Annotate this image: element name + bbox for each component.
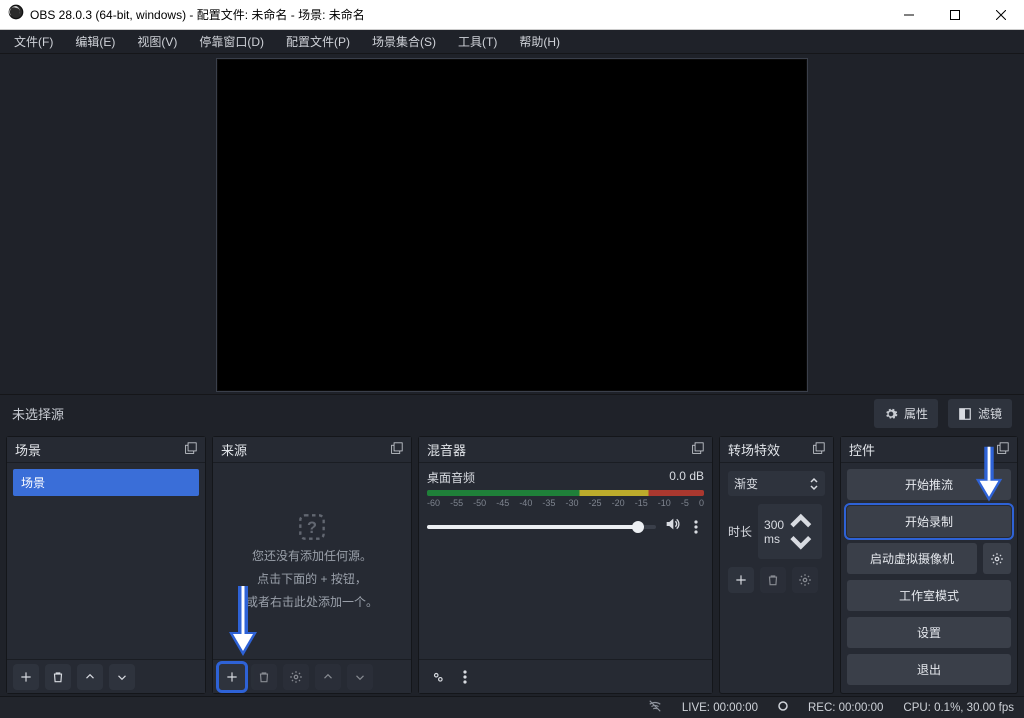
source-add-button[interactable]	[219, 664, 245, 690]
popout-icon[interactable]	[996, 442, 1009, 458]
status-live: LIVE: 00:00:00	[682, 702, 758, 714]
source-remove-button[interactable]	[251, 664, 277, 690]
virtual-camera-settings-button[interactable]	[983, 543, 1011, 574]
status-cpu: CPU: 0.1%, 30.00 fps	[903, 702, 1014, 714]
question-icon: ?	[298, 513, 326, 541]
gear-icon	[431, 670, 445, 684]
gear-icon	[884, 407, 898, 421]
transition-properties-button[interactable]	[792, 567, 818, 593]
status-rec: REC: 00:00:00	[808, 702, 883, 714]
menu-scenes[interactable]: 场景集合(S)	[362, 30, 446, 53]
trash-icon	[766, 573, 780, 587]
source-down-button[interactable]	[347, 664, 373, 690]
scene-up-button[interactable]	[77, 664, 103, 690]
menu-edit[interactable]: 编辑(E)	[65, 30, 125, 53]
transition-duration-input[interactable]: 300 ms	[758, 504, 822, 559]
exit-button[interactable]: 退出	[847, 654, 1011, 685]
dock-controls-title: 控件	[849, 440, 875, 459]
filters-button[interactable]: 滤镜	[948, 399, 1012, 428]
updown-icon	[809, 476, 819, 492]
context-toolbar: 未选择源 属性 滤镜	[0, 394, 1024, 432]
mixer-settings-button[interactable]	[425, 664, 451, 690]
trash-icon	[51, 670, 65, 684]
dock-transitions: 转场特效 渐变 时长 300 ms	[719, 436, 834, 694]
dock-scenes: 场景 场景	[6, 436, 206, 694]
scene-item-selected[interactable]: 场景	[13, 469, 199, 496]
source-properties-button[interactable]	[283, 664, 309, 690]
minimize-button[interactable]	[886, 0, 932, 30]
dock-sources-title: 来源	[221, 440, 247, 459]
obs-logo-icon	[8, 4, 24, 25]
popout-icon[interactable]	[691, 442, 704, 458]
menubar: 文件(F) 编辑(E) 视图(V) 停靠窗口(D) 配置文件(P) 场景集合(S…	[0, 30, 1024, 54]
dock-scenes-title: 场景	[15, 440, 41, 459]
filter-icon	[958, 407, 972, 421]
dock-mixer-title: 混音器	[427, 440, 466, 459]
sources-empty-state: ? 您还没有添加任何源。 点击下面的 + 按钮， 或者右击此处添加一个。	[219, 467, 405, 655]
scene-down-button[interactable]	[109, 664, 135, 690]
updown-icon	[786, 508, 816, 555]
dock-mixer: 混音器 桌面音频 0.0 dB -60-55-50-45-40-35-30-25…	[418, 436, 713, 694]
transition-duration-label: 时长	[728, 523, 752, 540]
window-title: OBS 28.0.3 (64-bit, windows) - 配置文件: 未命名…	[30, 6, 365, 23]
properties-button[interactable]: 属性	[874, 399, 938, 428]
studio-mode-button[interactable]: 工作室模式	[847, 580, 1011, 611]
close-button[interactable]	[978, 0, 1024, 30]
transition-add-button[interactable]	[728, 567, 754, 593]
mixer-ticks: -60-55-50-45-40-35-30-25-20-15-10-50	[427, 498, 704, 508]
speaker-icon[interactable]	[664, 516, 680, 537]
menu-tools[interactable]: 工具(T)	[448, 30, 507, 53]
network-icon	[648, 699, 662, 716]
gear-icon	[990, 552, 1004, 566]
scene-remove-button[interactable]	[45, 664, 71, 690]
scene-add-button[interactable]	[13, 664, 39, 690]
menu-file[interactable]: 文件(F)	[4, 30, 63, 53]
menu-view[interactable]: 视图(V)	[127, 30, 187, 53]
popout-icon[interactable]	[812, 442, 825, 458]
transition-remove-button[interactable]	[760, 567, 786, 593]
svg-text:?: ?	[307, 518, 317, 536]
settings-button[interactable]: 设置	[847, 617, 1011, 648]
preview-area	[0, 54, 1024, 394]
virtual-camera-button[interactable]: 启动虚拟摄像机	[847, 543, 977, 574]
menu-help[interactable]: 帮助(H)	[509, 30, 570, 53]
menu-profile[interactable]: 配置文件(P)	[276, 30, 360, 53]
gear-icon	[798, 573, 812, 587]
mixer-menu-button[interactable]	[457, 667, 473, 687]
mixer-channel-level: 0.0 dB	[669, 469, 704, 486]
gear-icon	[289, 670, 303, 684]
popout-icon[interactable]	[184, 442, 197, 458]
titlebar: OBS 28.0.3 (64-bit, windows) - 配置文件: 未命名…	[0, 0, 1024, 30]
trash-icon	[257, 670, 271, 684]
mixer-channel-menu[interactable]	[688, 517, 704, 537]
mixer-channel: 桌面音频 0.0 dB -60-55-50-45-40-35-30-25-20-…	[425, 467, 706, 537]
source-up-button[interactable]	[315, 664, 341, 690]
menu-dock[interactable]: 停靠窗口(D)	[189, 30, 274, 53]
preview-canvas[interactable]	[217, 59, 807, 391]
dock-transitions-title: 转场特效	[728, 440, 780, 459]
dock-controls: 控件 开始推流 开始录制 启动虚拟摄像机 工作室模式 设置 退出	[840, 436, 1018, 694]
record-icon	[778, 701, 788, 714]
mixer-meter	[427, 490, 704, 496]
transition-select[interactable]: 渐变	[728, 471, 825, 496]
popout-icon[interactable]	[390, 442, 403, 458]
start-streaming-button[interactable]: 开始推流	[847, 469, 1011, 500]
start-recording-button[interactable]: 开始录制	[847, 506, 1011, 537]
dock-sources: 来源 ? 您还没有添加任何源。 点击下面的 + 按钮， 或者右击此处添加一个。	[212, 436, 412, 694]
maximize-button[interactable]	[932, 0, 978, 30]
mixer-channel-name: 桌面音频	[427, 469, 475, 486]
statusbar: LIVE: 00:00:00 REC: 00:00:00 CPU: 0.1%, …	[0, 696, 1024, 718]
mixer-volume-slider[interactable]	[427, 525, 656, 529]
no-source-label: 未选择源	[12, 404, 64, 423]
